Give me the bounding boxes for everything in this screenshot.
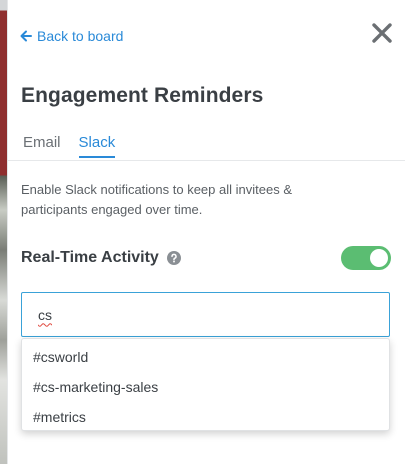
suggestion-item[interactable]: #cs-marketing-sales [22, 372, 389, 402]
slack-description: Enable Slack notifications to keep all i… [21, 182, 292, 217]
question-circle-icon[interactable] [166, 251, 181, 265]
back-to-board-link[interactable]: Back to board [20, 28, 123, 44]
background-board-edge [0, 0, 7, 464]
channel-input-value: cs [38, 306, 52, 323]
slack-channel-input[interactable]: cs [21, 292, 390, 337]
close-icon[interactable] [371, 22, 393, 44]
panel-title: Engagement Reminders [21, 84, 264, 107]
tab-slack[interactable]: Slack [78, 134, 116, 158]
real-time-activity-toggle[interactable] [341, 246, 391, 270]
back-link-label: Back to board [37, 28, 124, 44]
arrow-left-icon [20, 30, 32, 42]
suggestion-item[interactable]: #metrics [22, 402, 389, 432]
tab-email[interactable]: Email [23, 134, 61, 158]
channel-suggestions-dropdown: #csworld #cs-marketing-sales #metrics [21, 338, 390, 431]
suggestion-item[interactable]: #csworld [22, 342, 389, 372]
engagement-reminders-panel: Back to board Engagement Reminders Email… [7, 0, 405, 464]
channel-tabs: Email Slack [23, 134, 116, 158]
real-time-activity-heading: Real-Time Activity [21, 249, 181, 267]
tabs-divider [8, 160, 405, 161]
real-time-activity-label: Real-Time Activity [21, 249, 159, 266]
toggle-knob [370, 249, 388, 267]
